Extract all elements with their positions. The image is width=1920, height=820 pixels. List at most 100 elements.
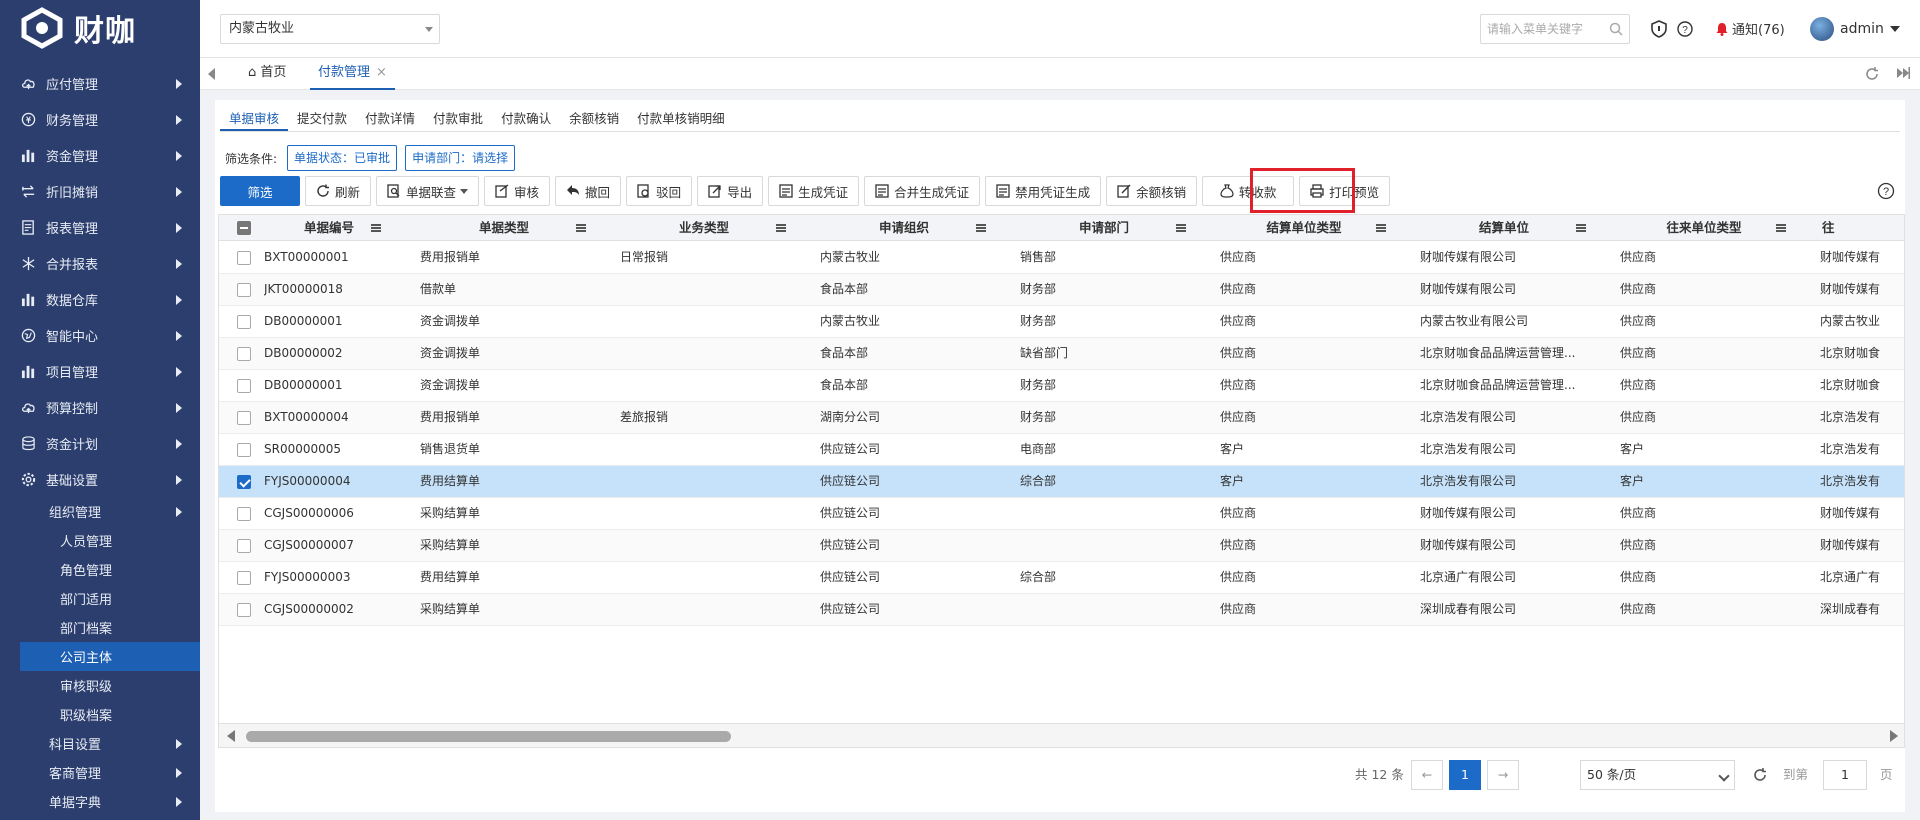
sidebar-subitem-4[interactable]: 公司主体 [20,642,200,671]
sidebar-subitem-2[interactable]: 部门适用 [0,584,200,613]
row-checkbox[interactable] [237,475,251,489]
sidebar-item-2[interactable]: 资金管理 [0,137,200,173]
subtab-0[interactable]: 单据审核 [220,108,289,131]
sidebar-item-6[interactable]: 数据仓库 [0,281,200,317]
sidebar-group-org[interactable]: 组织管理 [0,497,200,526]
reject-button[interactable]: 驳回 [626,176,693,206]
row-checkbox[interactable] [237,507,251,521]
sidebar-item-11[interactable]: 基础设置 [0,461,200,497]
column-menu-icon[interactable] [776,224,786,232]
sidebar-subitem-5[interactable]: 审核职级 [0,671,200,700]
column-menu-icon[interactable] [976,224,986,232]
goto-page-input[interactable]: 1 [1823,760,1867,790]
sidebar-item-4[interactable]: 报表管理 [0,209,200,245]
table-row[interactable]: JKT00000018 借款单 食品本部 财务部 供应商 财咖传媒有限公司 供应商 财咖传媒有 [219,274,1904,306]
column-menu-icon[interactable] [576,224,586,232]
balance-writeoff-button[interactable]: 余额核销 [1106,176,1198,206]
tab-payment-management[interactable]: 付款管理 × [310,58,395,90]
row-checkbox[interactable] [237,347,251,361]
sidebar-group-2[interactable]: 单据字典 [0,787,200,816]
sidebar-item-1[interactable]: 财务管理 [0,101,200,137]
menu-search-input[interactable]: 请输入菜单关键字 [1480,14,1630,44]
row-checkbox[interactable] [237,379,251,393]
user-menu[interactable]: admin [1810,17,1900,41]
column-header[interactable]: 单据类型 [404,215,604,241]
sidebar-subitem-1[interactable]: 角色管理 [0,555,200,584]
org-select[interactable]: 内蒙古牧业 [220,14,440,44]
sidebar-subitem-0[interactable]: 人员管理 [0,526,200,555]
sidebar-item-0[interactable]: 应付管理 [0,65,200,101]
scrollbar-thumb[interactable] [246,731,731,742]
table-row[interactable]: BXT00000004 费用报销单 差旅报销 湖南分公司 财务部 供应商 北京浩发有限公司 供… [219,402,1904,434]
prev-page-button[interactable]: ← [1411,760,1443,790]
to-receipt-button[interactable]: 转收款 [1202,176,1295,206]
table-row[interactable]: DB00000001 资金调拨单 食品本部 财务部 供应商 北京财咖食品品牌运营管理...… [219,370,1904,402]
table-row[interactable]: FYJS00000004 费用结算单 供应链公司 综合部 客户 北京浩发有限公司 客户 北京浩… [219,466,1904,498]
column-menu-icon[interactable] [1176,224,1186,232]
column-header[interactable]: 申请部门 [1004,215,1204,241]
row-checkbox[interactable] [237,603,251,617]
disable-voucher-button[interactable]: 禁用凭证生成 [985,176,1102,206]
sidebar-item-5[interactable]: 合并报表 [0,245,200,281]
revoke-button[interactable]: 撤回 [555,176,622,206]
row-checkbox[interactable] [237,315,251,329]
table-row[interactable]: FYJS00000003 费用结算单 供应链公司 综合部 供应商 北京通广有限公司 供应商 北… [219,562,1904,594]
table-row[interactable]: SR00000005 销售退货单 供应链公司 电商部 客户 北京浩发有限公司 客户 北京浩发有 [219,434,1904,466]
sidebar-item-8[interactable]: 项目管理 [0,353,200,389]
sidebar-subitem-6[interactable]: 职级档案 [0,700,200,729]
horizontal-scrollbar[interactable] [219,723,1904,747]
row-checkbox[interactable] [237,251,251,265]
table-row[interactable]: CGJS00000007 采购结算单 供应链公司 供应商 财咖传媒有限公司 供应商 财咖传媒… [219,530,1904,562]
next-page-button[interactable]: → [1487,760,1519,790]
table-row[interactable]: CGJS00000002 采购结算单 供应链公司 供应商 深圳成春有限公司 供应商 深圳成春… [219,594,1904,626]
column-header[interactable]: 结算单位类型 [1204,215,1404,241]
filter-button[interactable]: 筛选 [220,176,300,206]
row-checkbox[interactable] [237,571,251,585]
sidebar-group-1[interactable]: 客商管理 [0,758,200,787]
column-header[interactable]: 业务类型 [604,215,804,241]
filter-chip-department[interactable]: 申请部门：请选择 [405,145,516,171]
table-row[interactable]: DB00000001 资金调拨单 内蒙古牧业 财务部 供应商 内蒙古牧业有限公司 供应商 内蒙… [219,306,1904,338]
tabs-scroll-right-icon[interactable] [1896,66,1910,80]
tabs-scroll-left-icon[interactable] [208,68,215,80]
column-menu-icon[interactable] [1576,224,1586,232]
sidebar-item-9[interactable]: 预算控制 [0,389,200,425]
column-header[interactable]: 往来单位类型 [1604,215,1804,241]
row-checkbox[interactable] [237,283,251,297]
sidebar-subitem-3[interactable]: 部门档案 [0,613,200,642]
subtab-5[interactable]: 余额核销 [560,108,628,131]
scroll-right-icon[interactable] [1890,730,1898,742]
audit-button[interactable]: 审核 [484,176,551,206]
sidebar-item-7[interactable]: 智能中心 [0,317,200,353]
notifications-button[interactable]: 通知(76) [1715,19,1785,38]
row-checkbox[interactable] [237,539,251,553]
subtab-4[interactable]: 付款确认 [492,108,560,131]
sidebar-item-10[interactable]: 资金计划 [0,425,200,461]
row-checkbox[interactable] [237,443,251,457]
table-row[interactable]: DB00000002 资金调拨单 食品本部 缺省部门 供应商 北京财咖食品品牌运营管理..… [219,338,1904,370]
query-button[interactable]: 单据联查 [376,176,480,206]
sidebar-item-3[interactable]: 折旧摊销 [0,173,200,209]
filter-chip-status[interactable]: 单据状态：已审批 [287,145,398,171]
column-menu-icon[interactable] [1776,224,1786,232]
sidebar-group-0[interactable]: 科目设置 [0,729,200,758]
help-icon[interactable]: ? [1877,182,1895,200]
table-row[interactable]: CGJS00000006 采购结算单 供应链公司 供应商 财咖传媒有限公司 供应商 财咖传媒… [219,498,1904,530]
subtab-1[interactable]: 提交付款 [288,108,356,131]
row-checkbox[interactable] [237,411,251,425]
table-row[interactable]: BXT00000001 费用报销单 日常报销 内蒙古牧业 销售部 供应商 财咖传媒有限公司 供… [219,242,1904,274]
refresh-button[interactable]: 刷新 [305,176,372,206]
page-size-select[interactable]: 50 条/页 [1580,760,1735,790]
subtab-2[interactable]: 付款详情 [356,108,424,131]
select-all-checkbox[interactable] [237,221,251,235]
shield-icon[interactable] [1650,20,1668,38]
subtab-6[interactable]: 付款单核销明细 [628,108,734,131]
column-header[interactable]: 申请组织 [804,215,1004,241]
close-icon[interactable]: × [376,65,387,80]
help-icon[interactable]: ? [1676,20,1694,38]
generate-voucher-button[interactable]: 生成凭证 [768,176,860,206]
refresh-tab-icon[interactable] [1864,66,1880,82]
tab-home[interactable]: ⌂ 首页 [240,58,294,90]
refresh-icon[interactable] [1752,767,1768,783]
export-button[interactable]: 导出 [697,176,764,206]
